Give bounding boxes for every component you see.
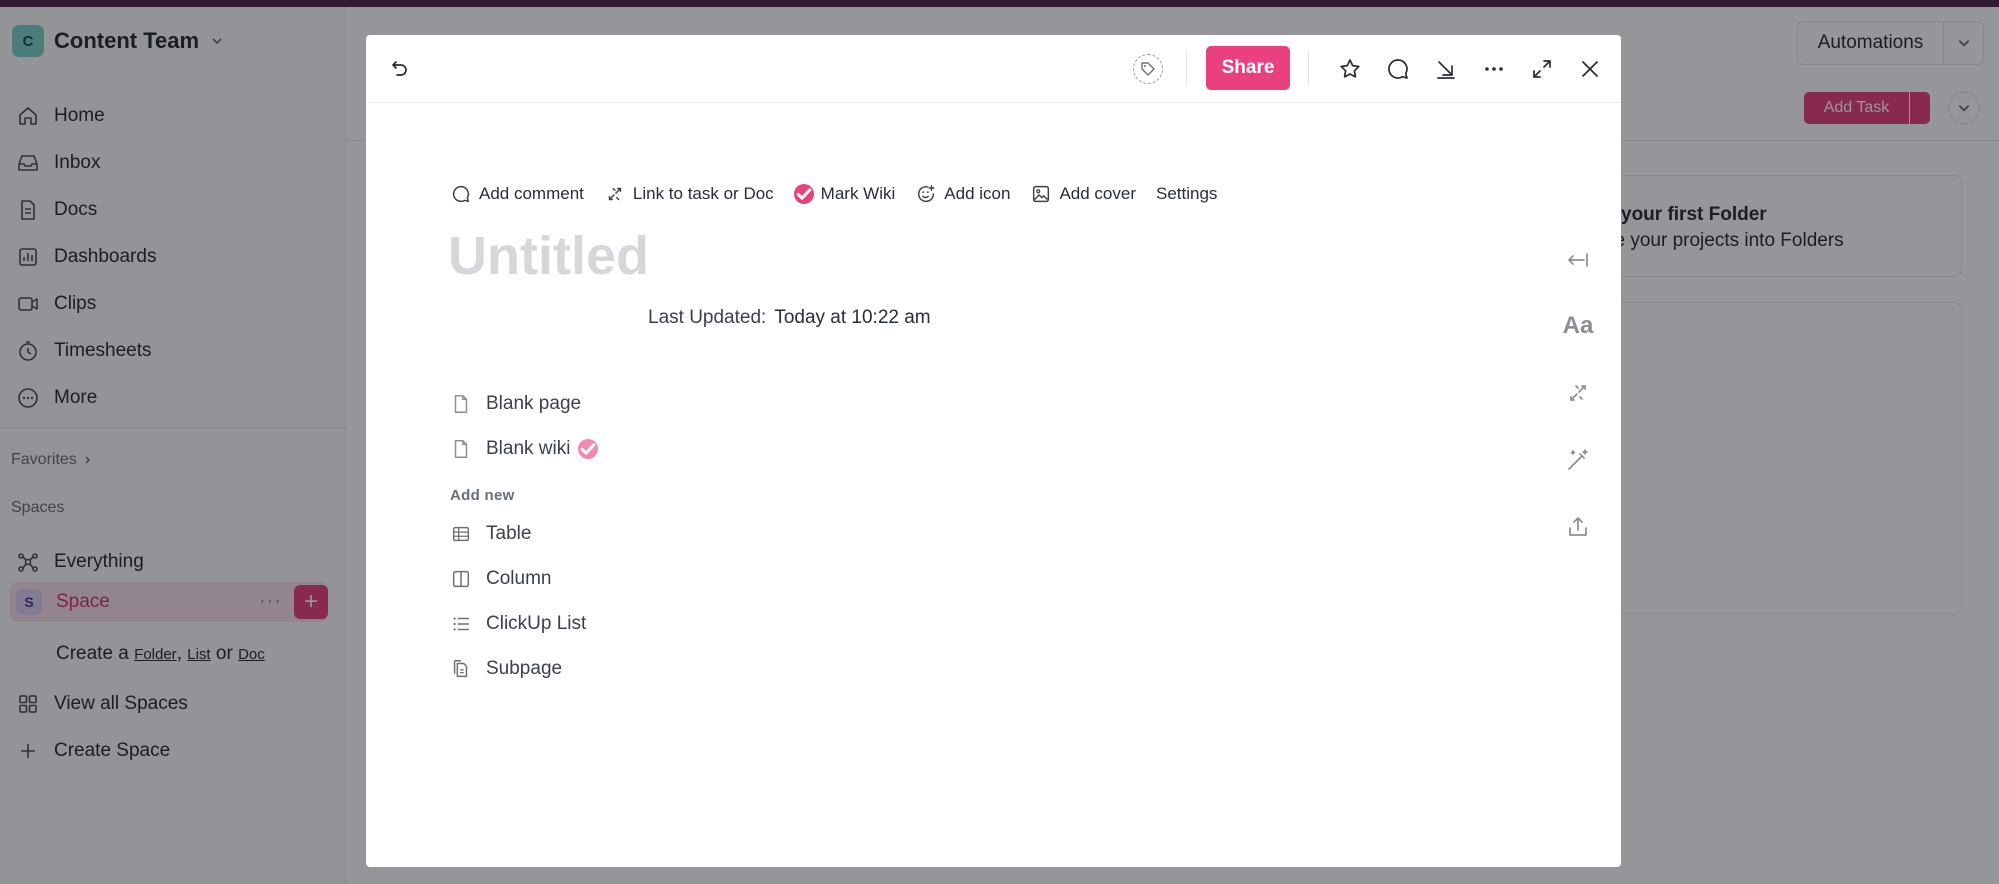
add-new-clickup-list[interactable]: ClickUp List xyxy=(450,609,950,639)
tag-icon xyxy=(1141,62,1155,76)
minimize-button[interactable] xyxy=(1430,53,1462,85)
relationships-button[interactable] xyxy=(1561,376,1595,410)
image-icon xyxy=(1033,185,1050,203)
arrow-left-bar-icon xyxy=(1568,253,1588,267)
arrow-down-right-icon xyxy=(1437,61,1455,79)
add-new-label: Column xyxy=(486,568,552,589)
template-blank-page[interactable]: Blank page xyxy=(450,389,950,419)
typography-button[interactable]: Aa xyxy=(1561,309,1595,343)
favorite-button[interactable] xyxy=(1334,53,1366,85)
add-cover-label: Add cover xyxy=(1059,184,1136,203)
last-updated: Last Updated: Today at 10:22 am xyxy=(648,307,931,329)
toolbar-divider xyxy=(1186,50,1187,86)
comment-icon xyxy=(452,185,470,203)
undo-arrow-icon xyxy=(392,61,407,76)
page-icon xyxy=(454,395,468,413)
template-label: Blank wiki xyxy=(486,438,571,459)
smiley-plus-icon xyxy=(918,185,935,203)
add-new-column[interactable]: Column xyxy=(450,564,950,594)
toolbar-divider xyxy=(1308,50,1309,86)
doc-actions: Add comment Link to task or Doc Mark Wik… xyxy=(450,181,1237,207)
template-blank-wiki[interactable]: Blank wiki xyxy=(450,434,950,464)
more-options-button[interactable] xyxy=(1478,53,1510,85)
verified-badge-icon xyxy=(578,439,599,459)
expand-icon xyxy=(1533,60,1551,78)
doc-modal: Share Add comment Link to task or Doc Ma… xyxy=(366,35,1621,867)
close-button[interactable] xyxy=(1574,53,1606,85)
star-icon xyxy=(1340,59,1360,78)
doc-title-input[interactable]: Untitled xyxy=(448,225,649,287)
settings-button[interactable]: Settings xyxy=(1156,184,1217,204)
link-task-button[interactable]: Link to task or Doc xyxy=(604,183,774,205)
add-new-label: Subpage xyxy=(486,658,563,679)
template-label: Blank page xyxy=(486,393,582,414)
add-cover-button[interactable]: Add cover xyxy=(1030,183,1136,205)
table-icon xyxy=(452,526,470,542)
mark-wiki-button[interactable]: Mark Wiki xyxy=(793,184,896,204)
add-new-subpage[interactable]: Subpage xyxy=(450,654,950,684)
add-comment-label: Add comment xyxy=(479,184,584,203)
add-new-table[interactable]: Table xyxy=(450,519,950,549)
last-updated-value: Today at 10:22 am xyxy=(774,307,931,328)
add-comment-button[interactable]: Add comment xyxy=(450,183,584,205)
comment-icon xyxy=(1388,59,1408,79)
link-task-label: Link to task or Doc xyxy=(632,184,774,203)
share-button[interactable]: Share xyxy=(1206,46,1290,90)
last-updated-label: Last Updated: xyxy=(648,307,767,328)
subpage-icon xyxy=(453,660,468,678)
link-icon xyxy=(1570,385,1586,401)
list-icon xyxy=(453,617,470,631)
expand-button[interactable] xyxy=(1526,53,1558,85)
export-button[interactable] xyxy=(1561,510,1595,544)
add-new-label: Table xyxy=(486,523,532,544)
ellipsis-icon xyxy=(1485,67,1503,71)
add-tag-button[interactable] xyxy=(1133,54,1163,84)
add-icon-button[interactable]: Add icon xyxy=(915,183,1010,205)
page-width-button[interactable] xyxy=(1561,243,1595,277)
add-new-heading: Add new xyxy=(450,487,515,504)
mark-wiki-label: Mark Wiki xyxy=(820,184,896,203)
settings-label: Settings xyxy=(1156,184,1218,203)
add-icon-label: Add icon xyxy=(944,184,1011,203)
columns-icon xyxy=(452,570,470,588)
comments-button[interactable] xyxy=(1382,53,1414,85)
page-icon xyxy=(454,440,468,458)
link-icon xyxy=(608,187,622,201)
magic-wand-icon xyxy=(1568,449,1588,470)
sidebar-toggle-button[interactable] xyxy=(386,55,414,83)
add-new-label: ClickUp List xyxy=(486,613,587,634)
doc-toolbar: Share xyxy=(366,35,1621,103)
close-icon xyxy=(1582,61,1598,77)
verified-badge-icon xyxy=(793,184,814,204)
upload-icon xyxy=(1569,517,1587,536)
ai-assist-button[interactable] xyxy=(1561,443,1595,477)
